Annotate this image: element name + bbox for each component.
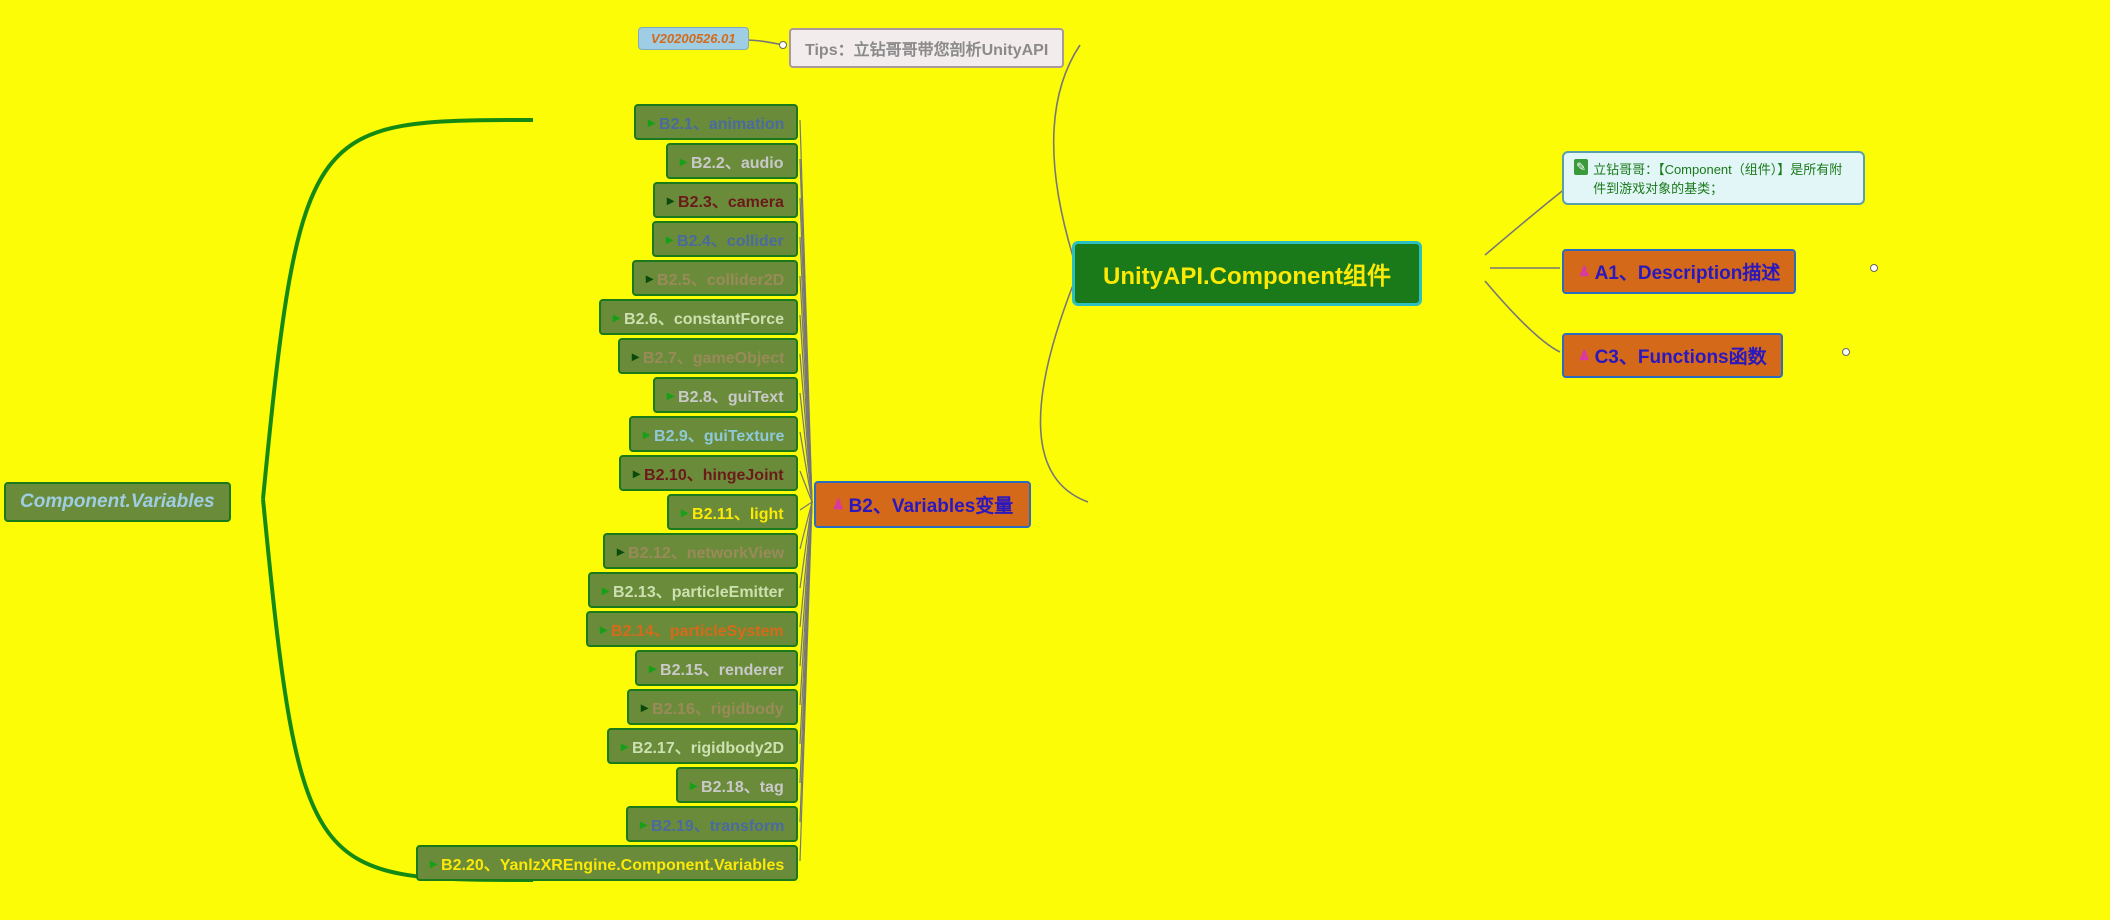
c3-text: C3、Functions函数 [1595, 342, 1767, 369]
a1-pin [1870, 264, 1878, 272]
c3-pin [1842, 348, 1850, 356]
caption-text: Component.Variables [20, 491, 215, 513]
b2-item-label: B2.16、rigidbody [652, 695, 784, 719]
person-icon: ♟ [832, 496, 845, 513]
flag-icon: ▸ [613, 309, 620, 326]
b2-item-8[interactable]: ▸B2.8、guiText [653, 377, 798, 413]
person-icon: ♟ [1578, 263, 1591, 280]
flag-icon: ▸ [621, 738, 628, 755]
person-icon: ♟ [1578, 347, 1591, 364]
a1-node[interactable]: ♟ A1、Description描述 [1562, 249, 1796, 294]
b2-item-17[interactable]: ▸B2.17、rigidbody2D [607, 728, 798, 764]
flag-icon: ▸ [600, 621, 607, 638]
b2-item-label: B2.2、audio [691, 149, 783, 173]
b2-item-label: B2.13、particleEmitter [613, 578, 784, 602]
b2-item-19[interactable]: ▸B2.19、transform [626, 806, 798, 842]
version-text: V20200526.01 [651, 31, 736, 46]
flag-icon: ▸ [633, 465, 640, 482]
b2-item-15[interactable]: ▸B2.15、renderer [635, 650, 798, 686]
b2-item-label: B2.11、light [692, 500, 784, 524]
b2-item-18[interactable]: ▸B2.18、tag [676, 767, 798, 803]
b2-item-9[interactable]: ▸B2.9、guiTexture [629, 416, 798, 452]
tips-pin [779, 41, 787, 49]
b2-item-label: B2.7、gameObject [643, 344, 784, 368]
root-node[interactable]: UnityAPI.Component组件 [1072, 241, 1422, 306]
flag-icon: ▸ [649, 660, 656, 677]
a1-text: A1、Description描述 [1595, 258, 1781, 285]
b2-item-label: B2.9、guiTexture [654, 422, 784, 446]
flag-icon: ▸ [690, 777, 697, 794]
flag-icon: ▸ [667, 387, 674, 404]
b2-item-1[interactable]: ▸B2.1、animation [634, 104, 798, 140]
b2-item-11[interactable]: ▸B2.11、light [667, 494, 798, 530]
flag-icon: ▸ [667, 192, 674, 209]
b2-item-label: B2.5、collider2D [657, 266, 784, 290]
b2-item-label: B2.15、renderer [660, 656, 784, 680]
flag-icon: ▸ [648, 114, 655, 131]
root-title: UnityAPI.Component组件 [1103, 263, 1391, 290]
b2-item-7[interactable]: ▸B2.7、gameObject [618, 338, 798, 374]
root-note: ✎ 立钻哥哥：【Component（组件）】是所有附件到游戏对象的基类； [1562, 151, 1865, 205]
b2-item-label: B2.10、hingeJoint [644, 461, 784, 485]
b2-item-label: B2.1、animation [659, 110, 784, 134]
version-badge: V20200526.01 [638, 27, 749, 50]
b2-item-label: B2.12、networkView [628, 539, 784, 563]
b2-item-12[interactable]: ▸B2.12、networkView [603, 533, 798, 569]
b2-item-label: B2.3、camera [678, 188, 784, 212]
flag-icon: ▸ [666, 231, 673, 248]
b2-item-10[interactable]: ▸B2.10、hingeJoint [619, 455, 798, 491]
c3-node[interactable]: ♟ C3、Functions函数 [1562, 333, 1783, 378]
b2-item-3[interactable]: ▸B2.3、camera [653, 182, 798, 218]
b2-item-14[interactable]: ▸B2.14、particleSystem [586, 611, 798, 647]
b2-item-label: B2.17、rigidbody2D [632, 734, 784, 758]
b2-item-4[interactable]: ▸B2.4、collider [652, 221, 798, 257]
b2-item-label: B2.14、particleSystem [611, 617, 784, 641]
flag-icon: ▸ [602, 582, 609, 599]
flag-icon: ▸ [680, 153, 687, 170]
b2-item-13[interactable]: ▸B2.13、particleEmitter [588, 572, 798, 608]
b2-item-label: B2.18、tag [701, 773, 784, 797]
b2-item-label: B2.8、guiText [678, 383, 784, 407]
tips-text: Tips：立钻哥哥带您剖析UnityAPI [805, 36, 1048, 60]
b2-title: B2、Variables变量 [849, 491, 1014, 518]
b2-item-label: B2.19、transform [651, 812, 784, 836]
b2-item-16[interactable]: ▸B2.16、rigidbody [627, 689, 798, 725]
flag-icon: ▸ [617, 543, 624, 560]
note-icon: ✎ [1574, 159, 1588, 175]
flag-icon: ▸ [681, 504, 688, 521]
caption-node[interactable]: Component.Variables [4, 482, 231, 522]
b2-item-20[interactable]: ▸B2.20、YanlzXREngine.Component.Variables [416, 845, 798, 881]
root-note-text: 立钻哥哥：【Component（组件）】是所有附件到游戏对象的基类； [1593, 159, 1853, 197]
flag-icon: ▸ [640, 816, 647, 833]
tips-node[interactable]: Tips：立钻哥哥带您剖析UnityAPI [789, 28, 1064, 68]
b2-item-5[interactable]: ▸B2.5、collider2D [632, 260, 798, 296]
flag-icon: ▸ [430, 855, 437, 872]
b2-item-6[interactable]: ▸B2.6、constantForce [599, 299, 798, 335]
b2-node[interactable]: ♟ B2、Variables变量 [814, 481, 1031, 528]
b2-item-label: B2.6、constantForce [624, 305, 784, 329]
flag-icon: ▸ [641, 699, 648, 716]
b2-item-2[interactable]: ▸B2.2、audio [666, 143, 798, 179]
b2-item-label: B2.4、collider [677, 227, 784, 251]
b2-item-label: B2.20、YanlzXREngine.Component.Variables [441, 851, 784, 875]
flag-icon: ▸ [643, 426, 650, 443]
connectors [0, 0, 2110, 920]
flag-icon: ▸ [646, 270, 653, 287]
flag-icon: ▸ [632, 348, 639, 365]
